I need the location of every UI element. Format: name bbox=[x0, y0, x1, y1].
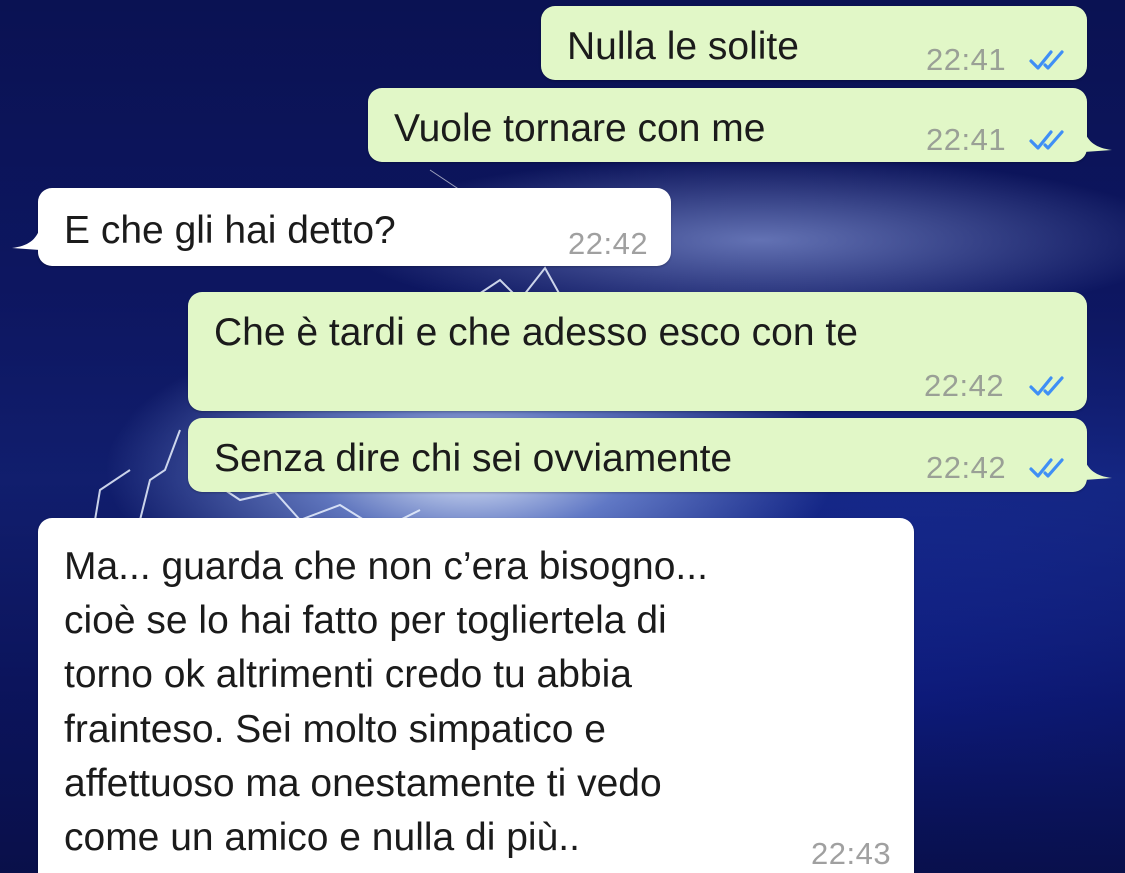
bubble-tail-outgoing bbox=[1084, 458, 1112, 480]
message-line: affettuoso ma onestamente ti vedo bbox=[64, 761, 662, 805]
incoming-message-bubble[interactable]: Ma... guarda che non c’era bisogno... ci… bbox=[38, 518, 914, 873]
message-line: frainteso. Sei molto simpatico e bbox=[64, 707, 606, 751]
outgoing-message-bubble[interactable]: Che è tardi e che adesso esco con te 22:… bbox=[188, 292, 1087, 411]
message-timestamp: 22:42 bbox=[926, 450, 1007, 485]
message-timestamp: 22:42 bbox=[924, 368, 1005, 403]
message-text: E che gli hai detto? bbox=[64, 209, 396, 252]
double-check-read-icon bbox=[1029, 376, 1064, 396]
message-text: Ma... guarda che non c’era bisogno... ci… bbox=[64, 540, 884, 865]
outgoing-message-bubble[interactable]: Senza dire chi sei ovviamente 22:42 bbox=[188, 418, 1087, 492]
bubble-tail-outgoing bbox=[1084, 130, 1112, 152]
message-line: cioè se lo hai fatto per togliertela di bbox=[64, 599, 667, 643]
message-timestamp: 22:43 bbox=[811, 836, 892, 871]
outgoing-message-bubble[interactable]: Vuole tornare con me 22:41 bbox=[368, 88, 1087, 162]
message-text: Che è tardi e che adesso esco con te bbox=[214, 311, 858, 354]
double-check-read-icon bbox=[1029, 130, 1064, 150]
message-text: Senza dire chi sei ovviamente bbox=[214, 437, 733, 480]
double-check-read-icon bbox=[1029, 50, 1064, 70]
double-check-read-icon bbox=[1029, 458, 1064, 478]
message-text: Nulla le solite bbox=[567, 25, 799, 68]
incoming-message-bubble[interactable]: E che gli hai detto? 22:42 bbox=[38, 188, 671, 266]
message-timestamp: 22:41 bbox=[926, 42, 1007, 77]
message-line: come un amico e nulla di più.. bbox=[64, 816, 580, 860]
bubble-tail-incoming bbox=[12, 228, 40, 250]
message-line: Ma... guarda che non c’era bisogno... bbox=[64, 545, 708, 588]
message-line: torno ok altrimenti credo tu abbia bbox=[64, 653, 632, 697]
outgoing-message-bubble[interactable]: Nulla le solite 22:41 bbox=[541, 6, 1087, 80]
message-timestamp: 22:42 bbox=[568, 226, 649, 261]
message-text: Vuole tornare con me bbox=[394, 107, 766, 150]
message-timestamp: 22:41 bbox=[926, 122, 1007, 157]
